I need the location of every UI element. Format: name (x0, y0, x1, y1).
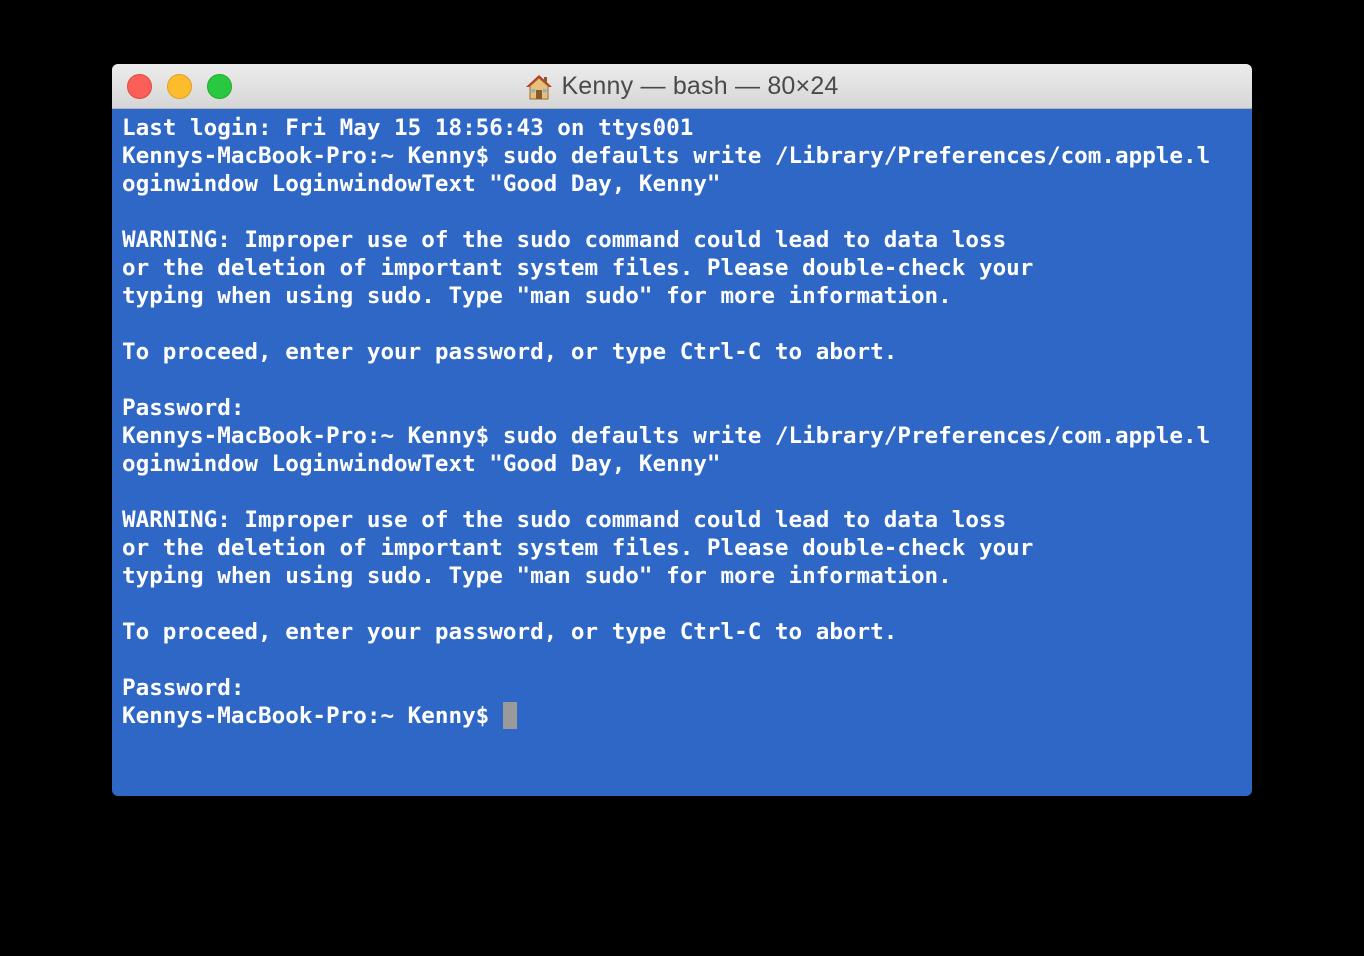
terminal-line: WARNING: Improper use of the sudo comman… (122, 507, 1007, 533)
terminal-line: oginwindow LoginwindowText "Good Day, Ke… (122, 171, 721, 197)
terminal-line: To proceed, enter your password, or type… (122, 619, 898, 645)
home-icon (525, 74, 553, 100)
terminal-line: Password: (122, 395, 245, 421)
terminal-output[interactable]: Last login: Fri May 15 18:56:43 on ttys0… (122, 114, 1252, 796)
prompt-line: Kennys-MacBook-Pro:~ Kenny$ (122, 702, 1252, 730)
terminal-line: Last login: Fri May 15 18:56:43 on ttys0… (122, 115, 694, 141)
terminal-line: Kennys-MacBook-Pro:~ Kenny$ sudo default… (122, 423, 1211, 449)
terminal-line: oginwindow LoginwindowText "Good Day, Ke… (122, 451, 721, 477)
terminal-line: or the deletion of important system file… (122, 535, 1034, 561)
window-title: Kenny — bash — 80×24 (561, 72, 839, 100)
shell-prompt: Kennys-MacBook-Pro:~ Kenny$ (122, 703, 503, 729)
terminal-line: Password: (122, 675, 245, 701)
text-cursor (502, 702, 517, 729)
terminal-window: Kenny — bash — 80×24 Last login: Fri May… (112, 64, 1252, 796)
terminal-line: To proceed, enter your password, or type… (122, 339, 898, 365)
window-title-area: Kenny — bash — 80×24 (112, 64, 1252, 109)
terminal-line: WARNING: Improper use of the sudo comman… (122, 227, 1007, 253)
terminal-line: or the deletion of important system file… (122, 255, 1034, 281)
terminal-line: Kennys-MacBook-Pro:~ Kenny$ sudo default… (122, 143, 1211, 169)
terminal-line: typing when using sudo. Type "man sudo" … (122, 563, 952, 589)
terminal-line: typing when using sudo. Type "man sudo" … (122, 283, 952, 309)
title-bar[interactable]: Kenny — bash — 80×24 (112, 64, 1252, 109)
